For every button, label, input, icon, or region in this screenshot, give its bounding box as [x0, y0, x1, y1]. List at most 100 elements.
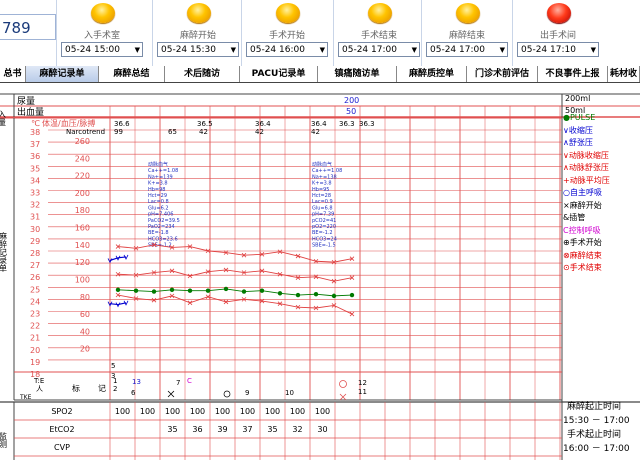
- chart-side-label: 麻醉记录单: [0, 231, 8, 273]
- stage-time-select[interactable]: 05-24 15:00 ▼: [61, 42, 143, 57]
- temp-tick: 28: [30, 249, 40, 258]
- chevron-down-icon[interactable]: ▼: [320, 43, 325, 58]
- tab-5[interactable]: PACU记录单: [240, 66, 318, 82]
- blood-gas-line: BE=-1.2: [312, 230, 333, 236]
- stage-5: 麻醉结束 05-24 17:00 ▼: [421, 0, 511, 66]
- output-value: 50: [346, 107, 356, 116]
- tab-8[interactable]: 门诊术前评估: [467, 66, 538, 82]
- blood-gas-line: pO2=220: [312, 224, 336, 230]
- op-time-title: 手术起止时间: [567, 430, 622, 440]
- marker-start: 3: [111, 372, 115, 380]
- temp-tick: 21: [30, 334, 40, 343]
- urine-label: 尿量: [17, 96, 35, 107]
- legend-item: ∨收缩压: [563, 125, 593, 135]
- marker-item: 12: [358, 379, 367, 387]
- blood-gas-line: 动脉血气: [148, 161, 168, 168]
- narcotrend-value: 42: [311, 128, 320, 136]
- marker-bottom-left: TKE: [19, 394, 32, 401]
- narcotrend-value: 42: [199, 128, 208, 136]
- marker-y-label: T:E: [33, 377, 44, 385]
- table-cell: 100: [240, 407, 255, 416]
- temp-tick: 36: [30, 152, 40, 161]
- narcotrend-label: Narcotrend: [66, 128, 105, 136]
- status-light-icon: [276, 3, 300, 23]
- marker-label: 标: [72, 383, 80, 393]
- table-cell: 100: [215, 407, 230, 416]
- status-light-icon: [368, 3, 392, 23]
- tab-6[interactable]: 镇痛随访单: [318, 66, 397, 82]
- stage-label: 入手术室: [83, 31, 120, 41]
- stage-time-select[interactable]: 05-24 15:30 ▼: [157, 42, 239, 57]
- bp-tick: 200: [75, 189, 90, 198]
- blood-gas-line: Na+=138: [312, 174, 337, 180]
- blood-gas-line: Ca++=1.08: [148, 168, 178, 174]
- temp-tick: 23: [30, 310, 40, 319]
- stage-time-value: 05-24 16:00: [250, 45, 305, 55]
- temp-value: 36.5: [197, 120, 213, 128]
- tab-4[interactable]: 术后随访: [165, 66, 240, 82]
- tab-9[interactable]: 不良事件上报: [538, 66, 608, 82]
- temp-tick: 34: [30, 176, 40, 185]
- pulse-point: [187, 288, 193, 293]
- time-summary: 麻醉起止时间 15:30 － 17:00 手术起止时间 16:00 － 17:0…: [563, 400, 640, 456]
- patient-id: 789: [0, 14, 56, 40]
- status-light-icon: [547, 3, 571, 23]
- legend-item: ×麻醉开始: [563, 200, 602, 210]
- pulse-point: [313, 291, 319, 297]
- temp-header-label: 体温/血压/脉搏: [42, 118, 95, 128]
- chevron-down-icon[interactable]: ▼: [500, 43, 505, 58]
- legend-item: ●PULSE: [563, 113, 596, 122]
- table-side-label: 监测: [0, 431, 8, 449]
- table-cell: 100: [115, 407, 130, 416]
- pulse-point: [115, 287, 121, 293]
- tab-2[interactable]: 麻醉记录单: [26, 66, 99, 82]
- nibp-point: [123, 300, 129, 306]
- temp-tick: 30: [30, 225, 40, 234]
- temp-tick: 32: [30, 201, 40, 210]
- stage-time-select[interactable]: 05-24 17:00 ▼: [338, 42, 420, 57]
- chevron-down-icon[interactable]: ▼: [231, 43, 236, 58]
- temp-tick: 25: [30, 285, 40, 294]
- series-line: [109, 302, 127, 306]
- tab-7[interactable]: 麻醉质控单: [397, 66, 467, 82]
- chevron-down-icon[interactable]: ▼: [412, 43, 417, 58]
- stage-label: 出手术间: [539, 31, 576, 41]
- table-cell: 100: [190, 407, 205, 416]
- legend-item: &插管: [563, 213, 586, 222]
- stage-6: 出手术间 05-24 17:10 ▼: [512, 0, 602, 66]
- bp-tick: 260: [75, 137, 90, 146]
- urine-value: 200: [344, 96, 359, 105]
- anes-time-title: 麻醉起止时间: [567, 402, 622, 412]
- pulse-point: [349, 292, 355, 298]
- chevron-down-icon[interactable]: ▼: [591, 43, 596, 58]
- table-cell: 35: [167, 425, 177, 434]
- tab-1[interactable]: 总书: [0, 66, 26, 82]
- marker-item: 7: [176, 379, 180, 387]
- stage-time-select[interactable]: 05-24 17:00 ▼: [426, 42, 508, 57]
- status-light-icon: [91, 3, 115, 23]
- temp-value: 36.6: [114, 120, 130, 128]
- tab-10[interactable]: 耗材收: [608, 66, 640, 82]
- legend-item: +动脉平均压: [563, 175, 610, 185]
- pulse-point: [241, 289, 247, 294]
- temp-tick: 37: [30, 140, 40, 149]
- op-time-range: 16:00 － 17:00: [563, 444, 630, 454]
- stage-time-select[interactable]: 05-24 16:00 ▼: [246, 42, 328, 57]
- stage-time-select[interactable]: 05-24 17:10 ▼: [517, 42, 599, 57]
- stage-3: 手术开始 05-24 16:00 ▼: [241, 0, 331, 66]
- bp-tick: 140: [75, 241, 90, 250]
- pulse-point: [277, 291, 283, 296]
- legend-item: ∧动脉舒张压: [563, 163, 609, 172]
- legend-item: ⊗麻醉结束: [563, 250, 602, 260]
- blood-gas-line: Lac=0.8: [148, 199, 169, 205]
- table-row-label: CVP: [54, 443, 70, 452]
- temp-tick: 20: [30, 346, 40, 355]
- marker-item: 6: [131, 389, 136, 397]
- chevron-down-icon[interactable]: ▼: [135, 43, 140, 58]
- bp-tick: 40: [80, 327, 90, 336]
- bp-tick: 20: [80, 345, 90, 354]
- table-cell: 100: [315, 407, 330, 416]
- marker-item: 10: [285, 389, 294, 397]
- tab-3[interactable]: 麻醉总结: [99, 66, 165, 82]
- op-start-icon: [223, 390, 231, 398]
